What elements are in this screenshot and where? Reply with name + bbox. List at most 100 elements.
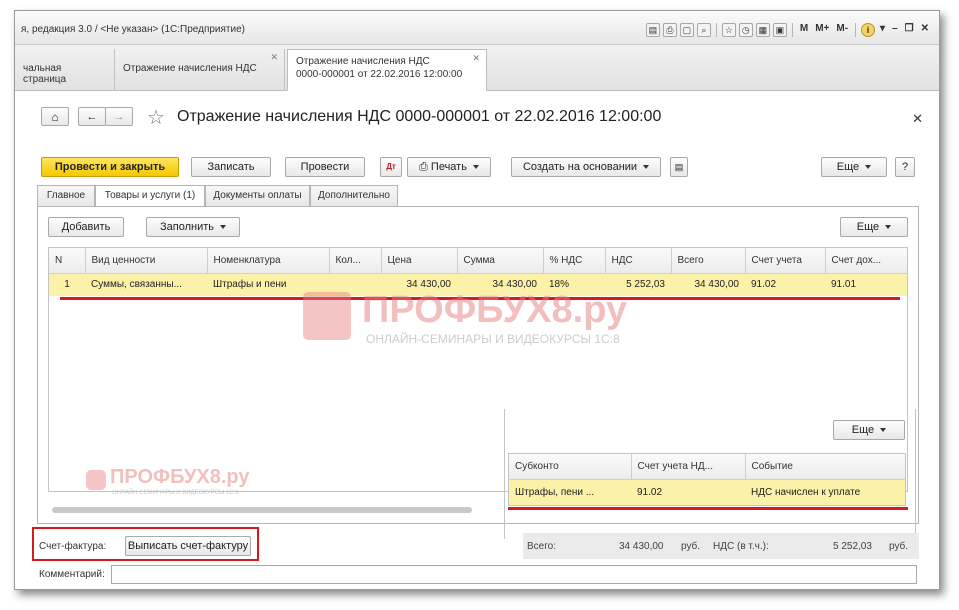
close-icon[interactable]: ✕ (912, 111, 923, 127)
tab-vat-accrual[interactable]: Отражение начисления НДС ✕ (115, 49, 285, 91)
chevron-down-icon (865, 165, 872, 170)
column-header[interactable]: Цена (381, 248, 458, 274)
watermark-logo-small (86, 470, 106, 490)
favorite-icon[interactable]: ☆ (721, 23, 736, 37)
vat-currency: руб. (889, 541, 909, 552)
favorite-star-icon[interactable]: ☆ (147, 105, 165, 130)
chevron-down-icon (220, 225, 226, 230)
post-button[interactable]: Провести (285, 157, 365, 177)
column-header[interactable]: Сумма (457, 248, 544, 274)
chevron-down-icon[interactable]: ▾ (878, 23, 887, 37)
app-title: я, редакция 3.0 / <Не указан> (1С:Предпр… (21, 24, 245, 35)
column-header[interactable]: Счет дох... (825, 248, 907, 274)
tab-home-page[interactable]: чальная страница (15, 49, 115, 91)
table-cell[interactable]: 1 (49, 273, 85, 296)
column-header[interactable]: Субконто (509, 454, 632, 480)
tab-goods-services[interactable]: Товары и услуги (1) (95, 185, 205, 208)
document-form: ⌂ ← → ☆ Отражение начисления НДС 0000-00… (15, 91, 939, 589)
table-cell[interactable]: Штрафы, пени ... (509, 479, 631, 505)
document-icon[interactable]: ▤ (670, 157, 688, 177)
column-header[interactable]: N (49, 248, 86, 274)
chevron-down-icon (643, 165, 650, 170)
restore-icon[interactable]: ❐ (903, 23, 916, 37)
save-icon[interactable]: ▤ (645, 23, 660, 37)
memory-plus-button[interactable]: M+ (813, 23, 831, 37)
home-button[interactable]: ⌂ (41, 107, 69, 126)
column-header[interactable]: Кол... (329, 248, 382, 274)
more-button[interactable]: Еще (821, 157, 887, 177)
create-based-on-button[interactable]: Создать на основании (511, 157, 661, 177)
column-header[interactable]: Вид ценности (85, 248, 208, 274)
info-icon[interactable]: i (861, 23, 876, 37)
table-cell[interactable]: 34 430,00 (671, 273, 745, 296)
watermark-title: ПРОФБУХ8.ру (362, 289, 628, 331)
preview-icon[interactable]: ▢ (679, 23, 694, 37)
table-cell[interactable]: Суммы, связанны... (85, 273, 207, 296)
history-icon[interactable]: ◷ (738, 23, 753, 37)
goods-services-panel: Добавить Заполнить Еще N Вид ценности Но… (37, 206, 919, 539)
total-currency: руб. (681, 541, 701, 552)
application-window: я, редакция 3.0 / <Не указан> (1С:Предпр… (14, 10, 940, 590)
column-header[interactable]: НДС (605, 248, 672, 274)
add-button[interactable]: Добавить (48, 217, 124, 237)
watermark-subtitle-small: ОНЛАЙН СЕМИНАРЫ И ВИДЕОКУРСЫ 1С:8 (112, 490, 239, 496)
fill-label: Заполнить (159, 221, 214, 233)
column-header[interactable]: % НДС (543, 248, 606, 274)
comment-label: Комментарий: (39, 569, 105, 580)
post-and-close-button[interactable]: Провести и закрыть (41, 157, 179, 177)
column-header[interactable]: Номенклатура (207, 248, 330, 274)
tab-additional[interactable]: Дополнительно (310, 185, 398, 207)
chevron-down-icon (472, 165, 479, 170)
tab-payment-documents[interactable]: Документы оплаты (205, 185, 310, 207)
minimize-icon[interactable]: – (890, 23, 900, 37)
memory-button[interactable]: M (798, 23, 810, 37)
table-row[interactable]: Штрафы, пени ... 91.02 НДС начислен к уп… (509, 479, 905, 505)
sub-area-divider (504, 409, 505, 539)
column-header[interactable]: Всего (671, 248, 746, 274)
sub-area-divider (915, 409, 916, 539)
table-cell[interactable]: НДС начислен к уплате (745, 479, 905, 505)
totals-summary: Всего: 34 430,00 руб. НДС (в т.ч.): 5 25… (523, 533, 919, 559)
close-icon[interactable]: ✕ (270, 52, 278, 63)
print-icon[interactable]: ⎙ (662, 23, 677, 37)
total-label: Всего: (527, 541, 556, 552)
column-header[interactable]: Счет учета (745, 248, 826, 274)
help-button[interactable]: ? (895, 157, 915, 177)
column-header[interactable]: Событие (745, 454, 905, 480)
close-icon[interactable]: ✕ (472, 53, 480, 64)
title-toolbar: ▤ ⎙ ▢ ⌕ ☆ ◷ ▦ ▣ M M+ M- i ▾ – ❐ ✕ (645, 23, 931, 37)
table-cell[interactable]: 91.02 (631, 479, 745, 505)
title-bar: я, редакция 3.0 / <Не указан> (1С:Предпр… (15, 11, 939, 45)
tab-vat-accrual-document[interactable]: Отражение начисления НДС 0000-000001 от … (287, 49, 487, 91)
chevron-down-icon (885, 225, 892, 230)
tab-label: Отражение начисления НДС (123, 63, 257, 74)
issue-invoice-button[interactable]: Выписать счет-фактуру (125, 536, 251, 556)
close-icon[interactable]: ✕ (919, 23, 931, 37)
watermark-logo (303, 292, 351, 340)
memory-minus-button[interactable]: M- (834, 23, 850, 37)
back-button[interactable]: ← (78, 107, 106, 126)
save-button[interactable]: Записать (191, 157, 271, 177)
fill-button[interactable]: Заполнить (146, 217, 240, 237)
dt-kt-icon[interactable]: Дт (380, 157, 402, 177)
window-tabs: чальная страница Отражение начисления НД… (15, 45, 939, 91)
total-value: 34 430,00 (619, 541, 664, 552)
calendar-icon[interactable]: ▦ (755, 23, 770, 37)
column-header[interactable]: Счет учета НД... (631, 454, 746, 480)
vat-value: 5 252,03 (833, 541, 872, 552)
invoice-label: Счет-фактура: (39, 541, 107, 552)
more-label: Еще (836, 161, 860, 173)
forward-button[interactable]: → (105, 107, 133, 126)
find-icon[interactable]: ⌕ (696, 23, 711, 37)
comment-field[interactable] (111, 565, 917, 584)
table-cell[interactable]: 91.01 (825, 273, 907, 296)
tab-main[interactable]: Главное (37, 185, 95, 207)
calculator-icon[interactable]: ▣ (772, 23, 787, 37)
sub-more-button[interactable]: Еще (833, 420, 905, 440)
table-cell[interactable]: 91.02 (745, 273, 825, 296)
horizontal-scrollbar[interactable] (52, 507, 472, 513)
table-header-row: Субконто Счет учета НД... Событие (509, 454, 905, 480)
table-more-button[interactable]: Еще (840, 217, 908, 237)
print-button[interactable]: ⎙ Печать (407, 157, 491, 177)
tab-label: Отражение начисления НДС (296, 56, 430, 67)
